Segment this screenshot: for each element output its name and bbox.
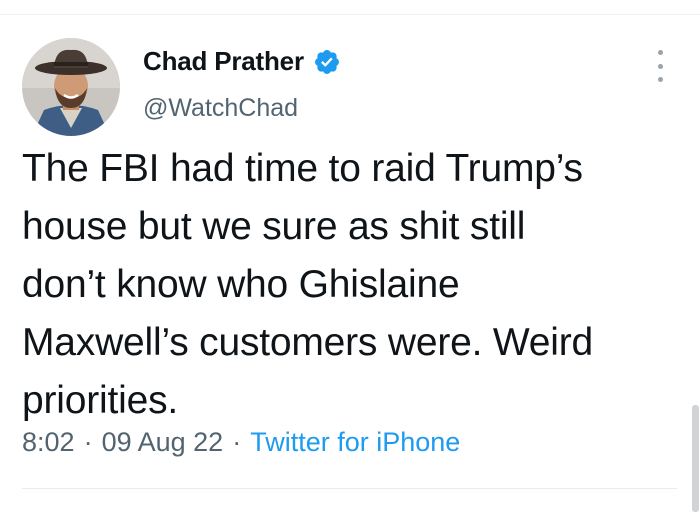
- tweet-text-line: house but we sure as shit still: [22, 205, 526, 248]
- more-dot: [657, 77, 663, 82]
- top-divider: [0, 0, 700, 15]
- tweet-text-line: don’t know who Ghislaine: [22, 263, 460, 306]
- more-dot: [657, 50, 663, 55]
- verified-badge-icon: [314, 49, 339, 74]
- more-dot: [657, 63, 663, 69]
- profile-photo-icon: [22, 38, 120, 136]
- tweet-text-line: The FBI had time to raid Trump’s: [22, 147, 583, 190]
- tweet-source-link[interactable]: Twitter for iPhone: [250, 427, 460, 458]
- tweet-date[interactable]: 09 Aug 22: [102, 427, 224, 458]
- meta-separator: ·: [83, 427, 93, 457]
- bottom-divider: [22, 488, 677, 489]
- tweet-text-line: priorities.: [22, 379, 179, 422]
- avatar[interactable]: [22, 38, 120, 136]
- author-handle[interactable]: @WatchChad: [143, 94, 298, 123]
- scrollbar[interactable]: [692, 405, 699, 512]
- display-name[interactable]: Chad Prather: [143, 46, 304, 77]
- meta-separator: ·: [232, 427, 242, 457]
- tweet-time[interactable]: 8:02: [22, 427, 75, 458]
- author-name-row: Chad Prather: [143, 46, 341, 77]
- tweet-text-line: Maxwell’s customers were. Weird: [22, 321, 594, 364]
- tweet-text: The FBI had time to raid Trump’s house b…: [22, 140, 682, 430]
- more-options-icon[interactable]: [650, 50, 670, 82]
- tweet-metadata: 8:02 · 09 Aug 22 · Twitter for iPhone: [22, 427, 460, 458]
